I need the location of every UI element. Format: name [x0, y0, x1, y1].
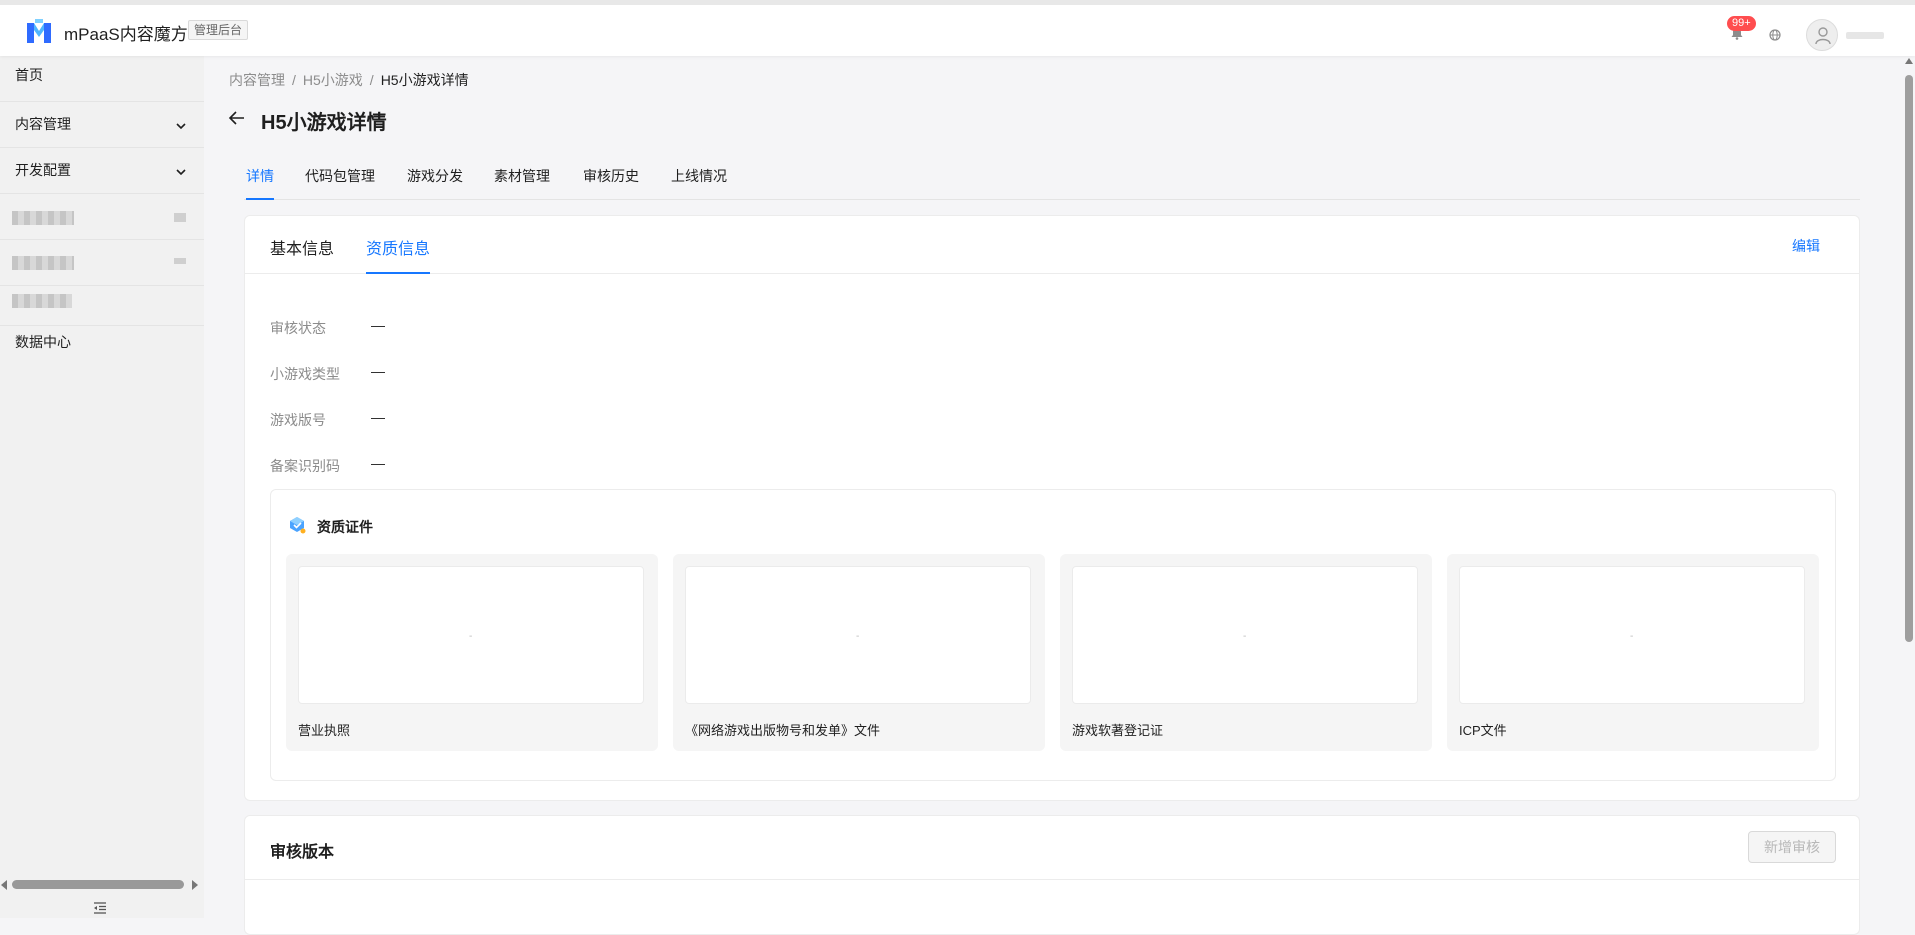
field-value: — — [371, 363, 385, 379]
scrollbar-thumb[interactable] — [1905, 75, 1913, 642]
sidebar-item-dev-config[interactable]: 开发配置 — [0, 148, 204, 194]
certificate-image[interactable]: - — [685, 566, 1031, 704]
certificate-caption: 《网络游戏出版物号和发单》文件 — [685, 723, 881, 738]
globe-icon[interactable] — [1769, 29, 1781, 41]
tab-online-status[interactable]: 上线情况 — [671, 166, 727, 200]
review-version-card: 审核版本 新增审核 — [244, 815, 1860, 935]
sidebar-horizontal-scrollbar[interactable] — [0, 875, 204, 891]
image-placeholder: - — [469, 631, 473, 642]
image-placeholder: - — [1243, 631, 1247, 642]
field-label: 审核状态 — [270, 320, 326, 336]
back-arrow-icon[interactable] — [228, 110, 246, 126]
field-label: 游戏版号 — [270, 412, 326, 428]
redacted-icon — [174, 213, 186, 222]
certificate-image[interactable]: - — [298, 566, 644, 704]
certificate-image[interactable]: - — [1459, 566, 1805, 704]
avatar[interactable] — [1806, 19, 1838, 51]
field-value: — — [371, 409, 385, 425]
redacted-label — [12, 294, 72, 308]
breadcrumb-item[interactable]: H5小游戏 — [303, 72, 363, 88]
field-value: — — [371, 455, 385, 471]
field-value: — — [371, 317, 385, 333]
sidebar-item-content-management[interactable]: 内容管理 — [0, 102, 204, 148]
edit-link[interactable]: 编辑 — [1792, 236, 1820, 256]
certificate-icon — [290, 517, 306, 534]
add-review-button[interactable]: 新增审核 — [1748, 831, 1836, 863]
sidebar-item-label: 首页 — [15, 67, 43, 83]
sidebar-item-label: 开发配置 — [15, 162, 71, 178]
qualification-section: 资质证件 - 营业执照 - 《网络游戏出版物号和发单》文件 - 游戏软著登记证 … — [270, 489, 1836, 781]
sidebar-item-redacted-1[interactable] — [0, 194, 204, 240]
redacted-label — [12, 211, 74, 225]
detail-tabs: 详情 代码包管理 游戏分发 素材管理 审核历史 上线情况 — [244, 158, 1860, 200]
breadcrumb-current: H5小游戏详情 — [380, 72, 469, 88]
sidebar-item-home[interactable]: 首页 — [0, 56, 204, 102]
mpaas-logo-icon — [27, 19, 51, 43]
admin-tag: 管理后台 — [188, 20, 249, 40]
certificate-card[interactable]: - 营业执照 — [286, 554, 658, 751]
collapse-menu-icon[interactable] — [93, 902, 107, 914]
user-icon — [1815, 27, 1831, 45]
tab-materials[interactable]: 素材管理 — [494, 166, 550, 200]
certificate-caption: 游戏软著登记证 — [1072, 723, 1164, 738]
image-placeholder: - — [1630, 631, 1634, 642]
tab-review-history[interactable]: 审核历史 — [583, 166, 639, 200]
username-redacted[interactable] — [1846, 32, 1884, 39]
card-tabs: 基本信息 资质信息 编辑 — [245, 216, 1859, 274]
certificate-card[interactable]: - ICP文件 — [1447, 554, 1819, 751]
certificate-card[interactable]: - 《网络游戏出版物号和发单》文件 — [673, 554, 1045, 751]
page-vertical-scrollbar[interactable] — [1902, 56, 1915, 918]
sidebar-item-data-center[interactable]: 数据中心 — [0, 326, 204, 372]
field-label: 小游戏类型 — [270, 366, 340, 382]
notification-badge: 99+ — [1727, 16, 1756, 31]
sidebar-item-redacted-3[interactable] — [0, 286, 204, 326]
sidebar-item-label: 内容管理 — [15, 116, 71, 132]
redacted-icon — [174, 258, 186, 264]
review-version-title: 审核版本 — [270, 844, 335, 861]
breadcrumb-item[interactable]: 内容管理 — [229, 72, 285, 88]
tab-qualification-info[interactable]: 资质信息 — [366, 235, 431, 274]
page-title: H5小游戏详情 — [261, 112, 387, 134]
image-placeholder: - — [856, 631, 860, 642]
scroll-up-arrow-icon[interactable] — [1905, 58, 1913, 64]
breadcrumb-separator: / — [369, 72, 374, 88]
field-label: 备案识别码 — [270, 458, 340, 474]
chevron-down-icon — [176, 169, 186, 176]
scrollbar-thumb[interactable] — [12, 880, 184, 889]
info-card: 基本信息 资质信息 编辑 审核状态 — 小游戏类型 — 游戏版号 — 备案识别码… — [244, 215, 1860, 801]
breadcrumb: 内容管理 / H5小游戏 / H5小游戏详情 — [229, 70, 469, 90]
brand-name[interactable]: mPaaS内容魔方 — [64, 20, 188, 45]
breadcrumb-separator: / — [292, 72, 296, 88]
review-version-header: 审核版本 新增审核 — [245, 816, 1859, 880]
redacted-label — [12, 256, 74, 270]
scroll-left-arrow-icon[interactable] — [1, 880, 7, 890]
qualification-title: 资质证件 — [317, 519, 373, 535]
tab-basic-info[interactable]: 基本信息 — [270, 235, 334, 274]
top-bar: mPaaS内容魔方 管理后台 99+ — [0, 0, 1915, 56]
chevron-down-icon — [176, 123, 186, 130]
scroll-right-arrow-icon[interactable] — [192, 880, 198, 890]
sidebar-item-redacted-2[interactable] — [0, 240, 204, 286]
tab-game-distribution[interactable]: 游戏分发 — [407, 166, 463, 200]
tab-code-package[interactable]: 代码包管理 — [305, 166, 375, 200]
tab-details[interactable]: 详情 — [246, 166, 274, 200]
sidebar-item-label: 数据中心 — [15, 334, 71, 350]
certificate-card[interactable]: - 游戏软著登记证 — [1060, 554, 1432, 751]
certificate-caption: 营业执照 — [298, 723, 351, 738]
sidebar: 首页 内容管理 开发配置 数据中心 — [0, 56, 204, 918]
certificate-image[interactable]: - — [1072, 566, 1418, 704]
certificate-caption: ICP文件 — [1459, 723, 1507, 738]
